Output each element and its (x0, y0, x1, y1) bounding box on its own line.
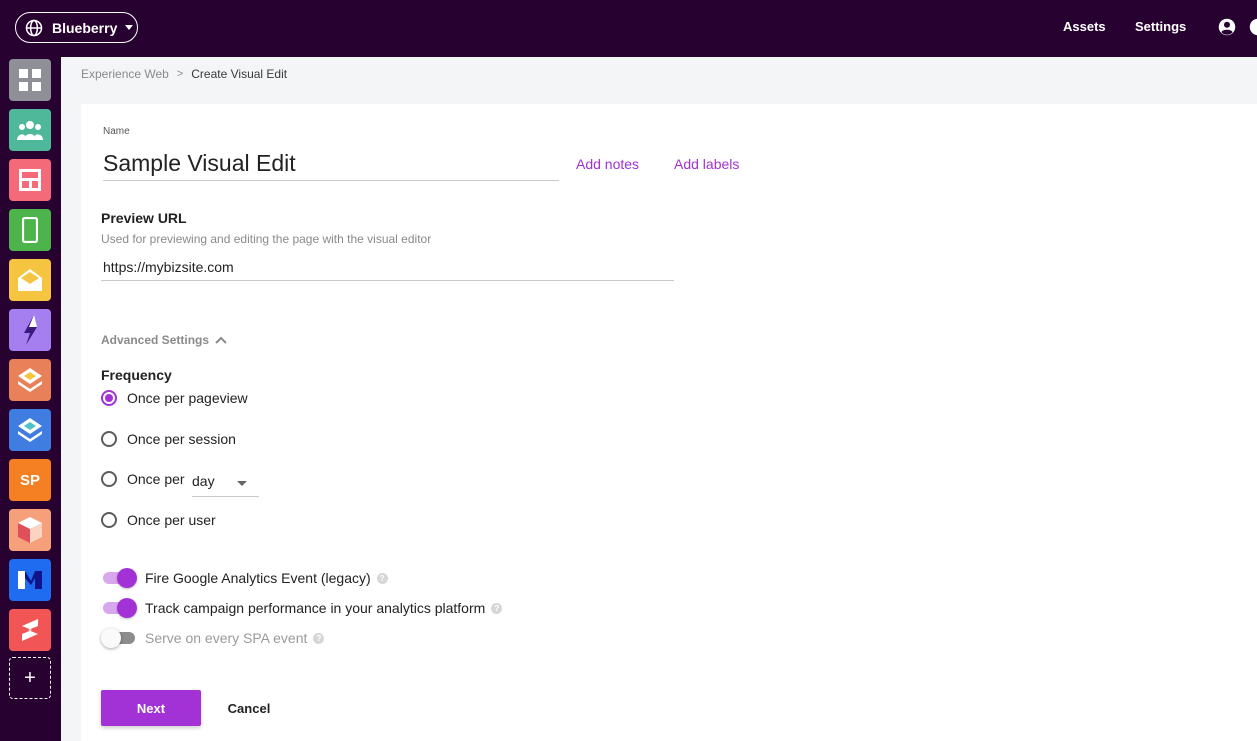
frequency-option-user[interactable]: Once per user (101, 512, 216, 528)
chevron-up-icon (215, 336, 227, 344)
help-icon[interactable] (1249, 18, 1257, 36)
switch-label: Serve on every SPA event (145, 630, 308, 646)
advanced-settings-label: Advanced Settings (101, 333, 210, 347)
advanced-settings-toggle[interactable]: Advanced Settings (101, 333, 227, 347)
settings-link[interactable]: Settings (1135, 19, 1186, 34)
account-circle-icon[interactable] (1218, 18, 1236, 36)
toggle-track-campaign[interactable]: Track campaign performance in your analy… (101, 598, 503, 618)
frequency-option-pageview[interactable]: Once per pageview (101, 390, 248, 406)
preview-url-helper: Used for previewing and editing the page… (101, 232, 432, 246)
toggle-spa-event[interactable]: Serve on every SPA event ? (101, 628, 325, 648)
app-tile-cube[interactable] (9, 509, 51, 551)
app-sidebar: SP + (0, 57, 61, 741)
app-tile-brand-s[interactable] (9, 609, 51, 651)
switch-label: Fire Google Analytics Event (legacy) (145, 570, 371, 586)
app-tile-brand-m[interactable] (9, 559, 51, 601)
create-visual-edit-form: Name Add notes Add labels Preview URL Us… (81, 104, 1257, 741)
frequency-title: Frequency (101, 367, 172, 383)
layers-icon (18, 418, 42, 442)
globe-icon (25, 19, 43, 36)
add-app-button[interactable]: + (9, 657, 51, 699)
m-logo-icon (18, 571, 42, 589)
app-tile-sp[interactable]: SP (9, 459, 51, 501)
app-tile-audiences[interactable] (9, 109, 51, 151)
switch-on[interactable] (101, 568, 137, 588)
assets-link[interactable]: Assets (1063, 19, 1106, 34)
app-tile-email[interactable] (9, 259, 51, 301)
radio-checked[interactable] (101, 390, 117, 406)
phone-icon (22, 217, 38, 243)
bolt-icon (24, 315, 37, 345)
switch-off[interactable] (101, 628, 137, 648)
help-circle-icon[interactable]: ? (313, 632, 325, 644)
breadcrumb-current: Create Visual Edit (191, 67, 288, 81)
top-bar: Blueberry Assets Settings (0, 0, 1257, 57)
name-label: Name (103, 126, 130, 137)
radio-unchecked[interactable] (101, 431, 117, 447)
help-circle-icon[interactable]: ? (491, 602, 503, 614)
app-tile-layers-orange[interactable] (9, 359, 51, 401)
app-tile-layers-blue[interactable] (9, 409, 51, 451)
switch-on[interactable] (101, 598, 137, 618)
sp-logo-text: SP (19, 471, 40, 489)
radio-label: Once per (127, 471, 185, 487)
grid-icon (19, 69, 41, 91)
frequency-option-period[interactable]: Once per (101, 471, 185, 487)
period-select-value: day (192, 473, 215, 489)
radio-label: Once per user (127, 512, 216, 528)
workspace-name: Blueberry (52, 19, 118, 36)
dropdown-arrow-icon (237, 481, 247, 486)
cancel-button[interactable]: Cancel (211, 690, 287, 726)
toggle-google-analytics[interactable]: Fire Google Analytics Event (legacy) ? (101, 568, 388, 588)
envelope-icon (18, 269, 42, 291)
breadcrumb-parent[interactable]: Experience Web (81, 67, 169, 81)
app-tile-lightning[interactable] (9, 309, 51, 351)
radio-unchecked[interactable] (101, 471, 117, 487)
add-labels-link[interactable]: Add labels (674, 156, 739, 172)
breadcrumb-separator: > (176, 68, 184, 80)
chevron-down-icon (125, 25, 134, 30)
radio-label: Once per pageview (127, 390, 248, 406)
next-button[interactable]: Next (101, 690, 201, 726)
radio-unchecked[interactable] (101, 512, 117, 528)
s-logo-icon (22, 619, 38, 641)
app-tile-web-layout[interactable] (9, 159, 51, 201)
cube-icon (18, 517, 42, 543)
app-tile-mobile[interactable] (9, 209, 51, 251)
add-notes-link[interactable]: Add notes (576, 156, 639, 172)
frequency-option-session[interactable]: Once per session (101, 431, 236, 447)
app-tile-dashboard[interactable] (9, 59, 51, 101)
layers-icon (18, 368, 42, 392)
help-circle-icon[interactable]: ? (376, 572, 388, 584)
people-icon (17, 121, 43, 140)
preview-url-input[interactable] (101, 254, 674, 281)
layout-icon (19, 169, 41, 191)
name-input[interactable] (103, 146, 559, 181)
period-select[interactable]: day (192, 468, 259, 497)
switch-label: Track campaign performance in your analy… (145, 600, 486, 616)
workspace-switcher-button[interactable]: Blueberry (15, 12, 138, 43)
radio-label: Once per session (127, 431, 236, 447)
preview-url-title: Preview URL (101, 210, 187, 226)
breadcrumb: Experience Web > Create Visual Edit (81, 67, 287, 81)
